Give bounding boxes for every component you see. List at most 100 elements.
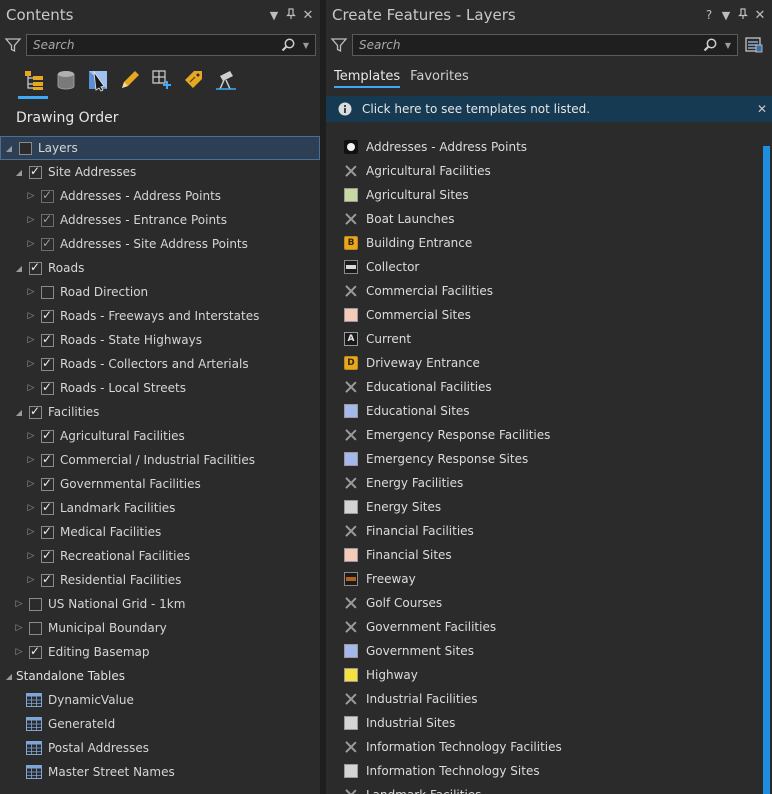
layer-item[interactable]: ▷ Roads - Collectors and Arterials bbox=[0, 352, 320, 376]
template-item[interactable]: Industrial Sites bbox=[326, 711, 760, 735]
layer-item[interactable]: ▷ Addresses - Address Points bbox=[0, 184, 320, 208]
template-item[interactable]: Agricultural Facilities bbox=[326, 159, 760, 183]
template-item[interactable]: Commercial Facilities bbox=[326, 279, 760, 303]
list-by-editing-icon[interactable] bbox=[114, 64, 146, 96]
expand-arrow-icon[interactable]: ▷ bbox=[26, 239, 36, 249]
templates-search-input[interactable]: Search ▼ bbox=[352, 34, 738, 56]
collapse-arrow-icon[interactable]: ◢ bbox=[4, 144, 14, 153]
template-item[interactable]: Commercial Sites bbox=[326, 303, 760, 327]
template-item[interactable]: Landmark Facilities bbox=[326, 783, 760, 794]
layer-visibility-checkbox[interactable] bbox=[41, 332, 54, 347]
contents-search-input[interactable]: Search ▼ bbox=[26, 34, 316, 56]
template-list-scrollbar[interactable] bbox=[763, 146, 770, 794]
template-item[interactable]: Freeway bbox=[326, 567, 760, 591]
dismiss-info-icon[interactable]: ✕ bbox=[752, 102, 772, 116]
expand-arrow-icon[interactable]: ▷ bbox=[26, 359, 36, 369]
standalone-table-item[interactable]: Postal Addresses bbox=[0, 736, 320, 760]
close-icon[interactable]: ✕ bbox=[300, 8, 316, 23]
layer-item[interactable]: ▷ Roads - Local Streets bbox=[0, 376, 320, 400]
layer-item[interactable]: ◢ Facilities bbox=[0, 400, 320, 424]
layer-item[interactable]: ▷ Addresses - Entrance Points bbox=[0, 208, 320, 232]
list-by-drawing-order-icon[interactable] bbox=[18, 64, 50, 99]
standalone-tables-group[interactable]: ◢ Standalone Tables bbox=[0, 664, 320, 688]
tab-templates[interactable]: Templates bbox=[334, 69, 401, 88]
layer-item[interactable]: ▷ Agricultural Facilities bbox=[0, 424, 320, 448]
layer-visibility-checkbox[interactable] bbox=[41, 285, 54, 299]
layer-visibility-checkbox[interactable] bbox=[41, 500, 54, 515]
layer-visibility-checkbox[interactable] bbox=[41, 212, 54, 227]
template-item[interactable]: Energy Sites bbox=[326, 495, 760, 519]
expand-arrow-icon[interactable]: ▷ bbox=[26, 383, 36, 393]
layer-visibility-checkbox[interactable] bbox=[19, 141, 32, 155]
list-by-perspective-icon[interactable] bbox=[210, 64, 242, 96]
layer-visibility-checkbox[interactable] bbox=[41, 380, 54, 395]
layer-visibility-checkbox[interactable] bbox=[29, 164, 42, 179]
collapse-arrow-icon[interactable]: ◢ bbox=[14, 264, 24, 273]
layer-visibility-checkbox[interactable] bbox=[29, 260, 42, 275]
close-icon[interactable]: ✕ bbox=[752, 8, 768, 23]
expand-arrow-icon[interactable]: ▷ bbox=[26, 575, 36, 585]
expand-arrow-icon[interactable]: ▷ bbox=[26, 455, 36, 465]
template-item[interactable]: Addresses - Address Points bbox=[326, 135, 760, 159]
layer-item[interactable]: ▷ Governmental Facilities bbox=[0, 472, 320, 496]
filter-icon[interactable] bbox=[330, 36, 348, 54]
help-icon[interactable]: ? bbox=[701, 8, 717, 22]
layer-item[interactable]: ▷ Addresses - Site Address Points bbox=[0, 232, 320, 256]
layer-item[interactable]: ◢ Site Addresses bbox=[0, 160, 320, 184]
expand-arrow-icon[interactable]: ▷ bbox=[26, 215, 36, 225]
expand-arrow-icon[interactable]: ▷ bbox=[26, 527, 36, 537]
layer-item[interactable]: ▷ Medical Facilities bbox=[0, 520, 320, 544]
template-item[interactable]: Educational Facilities bbox=[326, 375, 760, 399]
standalone-table-item[interactable]: Master Street Names bbox=[0, 760, 320, 784]
template-item[interactable]: Boat Launches bbox=[326, 207, 760, 231]
tab-favorites[interactable]: Favorites bbox=[410, 69, 469, 88]
layer-visibility-checkbox[interactable] bbox=[29, 621, 42, 635]
search-options-icon[interactable]: ▼ bbox=[722, 41, 734, 50]
collapse-arrow-icon[interactable]: ◢ bbox=[14, 408, 24, 417]
layer-visibility-checkbox[interactable] bbox=[29, 404, 42, 419]
expand-arrow-icon[interactable]: ▷ bbox=[14, 599, 24, 609]
list-by-selection-icon[interactable] bbox=[82, 64, 114, 96]
pane-options-icon[interactable]: ▼ bbox=[718, 9, 734, 22]
search-icon[interactable] bbox=[280, 37, 296, 53]
layer-item[interactable]: ▷ Landmark Facilities bbox=[0, 496, 320, 520]
template-item[interactable]: Emergency Response Facilities bbox=[326, 423, 760, 447]
layer-visibility-checkbox[interactable] bbox=[29, 644, 42, 659]
template-item[interactable]: Information Technology Sites bbox=[326, 759, 760, 783]
filter-icon[interactable] bbox=[4, 36, 22, 54]
expand-arrow-icon[interactable]: ▷ bbox=[26, 335, 36, 345]
template-item[interactable]: Golf Courses bbox=[326, 591, 760, 615]
template-item[interactable]: Collector bbox=[326, 255, 760, 279]
info-message[interactable]: Click here to see templates not listed. bbox=[362, 102, 752, 116]
standalone-table-item[interactable]: DynamicValue bbox=[0, 688, 320, 712]
layer-visibility-checkbox[interactable] bbox=[41, 236, 54, 251]
expand-arrow-icon[interactable]: ▷ bbox=[26, 479, 36, 489]
layer-item[interactable]: ▷ Roads - State Highways bbox=[0, 328, 320, 352]
layer-visibility-checkbox[interactable] bbox=[41, 188, 54, 203]
layer-visibility-checkbox[interactable] bbox=[41, 428, 54, 443]
layer-item[interactable]: ▷ US National Grid - 1km bbox=[0, 592, 320, 616]
layer-item[interactable]: ▷ Road Direction bbox=[0, 280, 320, 304]
list-by-labeling-icon[interactable] bbox=[178, 64, 210, 96]
layer-visibility-checkbox[interactable] bbox=[41, 308, 54, 323]
layer-item[interactable]: ▷ Commercial / Industrial Facilities bbox=[0, 448, 320, 472]
layer-item[interactable]: ▷ Roads - Freeways and Interstates bbox=[0, 304, 320, 328]
template-item[interactable]: A Current bbox=[326, 327, 760, 351]
layer-visibility-checkbox[interactable] bbox=[41, 572, 54, 587]
layer-item[interactable]: ◢ Layers bbox=[0, 136, 320, 160]
expand-arrow-icon[interactable]: ▷ bbox=[26, 191, 36, 201]
template-item[interactable]: B Building Entrance bbox=[326, 231, 760, 255]
expand-arrow-icon[interactable]: ▷ bbox=[26, 431, 36, 441]
template-item[interactable]: Financial Sites bbox=[326, 543, 760, 567]
pin-icon[interactable] bbox=[283, 7, 299, 23]
layer-item[interactable]: ▷ Municipal Boundary bbox=[0, 616, 320, 640]
expand-arrow-icon[interactable]: ▷ bbox=[26, 311, 36, 321]
list-by-source-icon[interactable] bbox=[50, 64, 82, 96]
expand-arrow-icon[interactable]: ▷ bbox=[14, 623, 24, 633]
template-item[interactable]: Information Technology Facilities bbox=[326, 735, 760, 759]
template-item[interactable]: Highway bbox=[326, 663, 760, 687]
template-item[interactable]: Industrial Facilities bbox=[326, 687, 760, 711]
layer-visibility-checkbox[interactable] bbox=[41, 548, 54, 563]
layer-item[interactable]: ▷ Residential Facilities bbox=[0, 568, 320, 592]
expand-arrow-icon[interactable]: ▷ bbox=[26, 287, 36, 297]
